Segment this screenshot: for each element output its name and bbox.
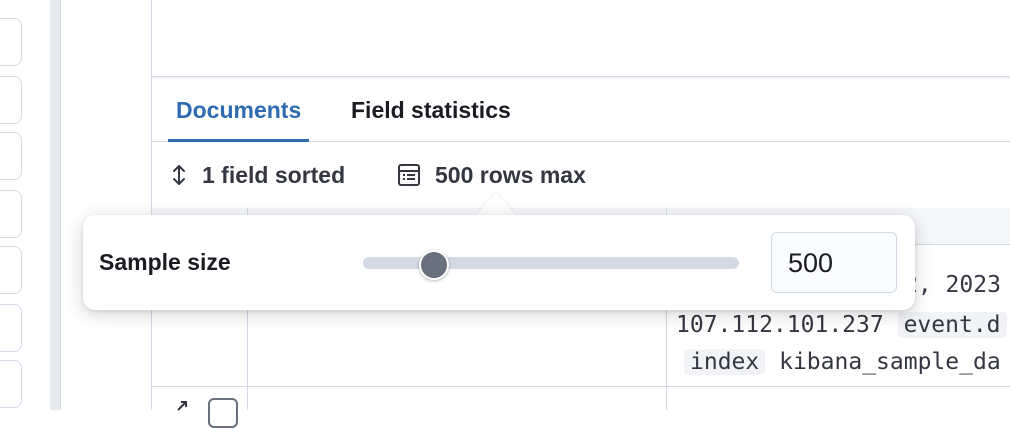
tab-field-statistics[interactable]: Field statistics <box>351 79 511 141</box>
popover-arrow <box>476 193 516 216</box>
sort-label: 1 field sorted <box>202 161 346 188</box>
cell-text: 107.112.101.237 event.d <box>676 312 1007 338</box>
sample-size-label: Sample size <box>99 249 231 275</box>
expand-icon[interactable] <box>176 400 190 412</box>
ip-value: 107.112.101.237 <box>676 312 884 338</box>
sidebar-resize-handle[interactable] <box>50 0 60 410</box>
cell-text: 2, 2023 <box>904 272 1001 298</box>
rail-item[interactable] <box>0 132 22 180</box>
rail-item[interactable] <box>0 304 22 352</box>
tab-bar: Documents Field statistics <box>152 79 1010 142</box>
sample-size-popover: Sample size 500 <box>83 215 915 310</box>
chart-area <box>152 0 1010 77</box>
divider <box>152 386 1010 387</box>
rail-item[interactable] <box>0 190 22 238</box>
divider <box>60 0 61 410</box>
cell-text: index kibana_sample_da <box>684 349 1001 375</box>
rail-item[interactable] <box>0 246 22 294</box>
tab-documents[interactable]: Documents <box>167 79 310 142</box>
rail-item[interactable] <box>0 360 22 408</box>
row-checkbox[interactable] <box>208 398 238 428</box>
rail-item[interactable] <box>0 76 22 124</box>
slider-thumb[interactable] <box>419 250 450 280</box>
rail-item[interactable] <box>0 18 22 66</box>
grid-toolbar: 1 field sorted 500 rows max <box>152 142 1010 209</box>
table-rows-icon <box>398 164 420 186</box>
field-chip: event.d <box>897 312 1007 338</box>
sample-size-input[interactable]: 500 <box>771 232 897 293</box>
sort-button[interactable]: 1 field sorted <box>170 142 345 208</box>
index-value: kibana_sample_da <box>779 349 1001 375</box>
sort-icon <box>173 165 185 185</box>
rows-max-label: 500 rows max <box>435 161 586 188</box>
field-chip: index <box>684 349 766 375</box>
